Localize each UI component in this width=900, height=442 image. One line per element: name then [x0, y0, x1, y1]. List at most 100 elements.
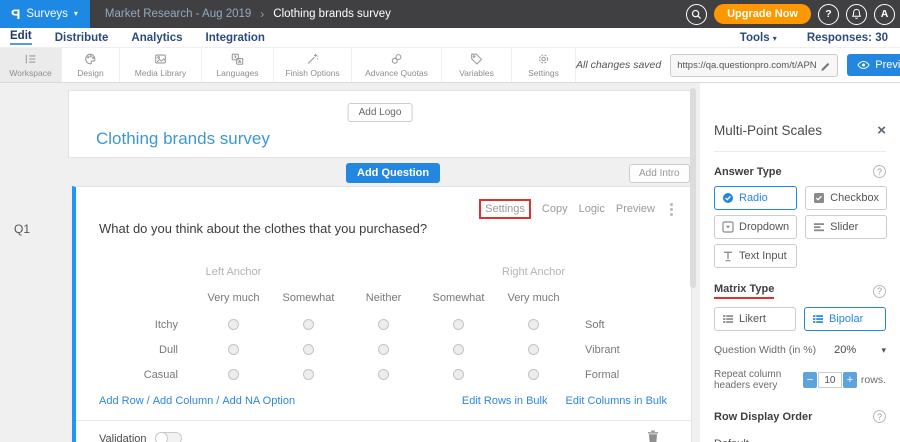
- question-preview-link[interactable]: Preview: [616, 203, 655, 215]
- question-copy-link[interactable]: Copy: [542, 203, 568, 215]
- radio-button[interactable]: [528, 319, 539, 330]
- repeat-headers-input[interactable]: [818, 372, 842, 388]
- avatar[interactable]: A: [874, 4, 895, 25]
- add-logo-button[interactable]: Add Logo: [348, 103, 413, 122]
- add-na-option-link[interactable]: Add NA Option: [222, 395, 295, 407]
- responses-count[interactable]: Responses: 30: [807, 32, 888, 44]
- languages-icon: [230, 52, 245, 66]
- tool-finish-options[interactable]: Finish Options: [274, 48, 352, 82]
- menubar-right: Tools ▾ Responses: 30: [740, 32, 890, 44]
- question-card: Settings Copy Logic Preview What do you …: [72, 186, 692, 442]
- survey-url-field[interactable]: [670, 54, 838, 77]
- tool-settings[interactable]: Settings: [512, 48, 576, 82]
- menu-edit[interactable]: Edit: [10, 30, 32, 45]
- matrix-row: Dull Vibrant: [99, 337, 691, 362]
- question-number: Q1: [14, 222, 30, 236]
- answer-type-label: Answer Type: [714, 166, 782, 178]
- radio-button[interactable]: [228, 344, 239, 355]
- tool-media-library[interactable]: Media Library: [120, 48, 202, 82]
- column-header: Somewhat: [271, 292, 346, 304]
- more-options-icon[interactable]: [666, 203, 677, 216]
- column-header: Very much: [196, 292, 271, 304]
- answer-type-radio[interactable]: Radio: [714, 186, 797, 210]
- validation-toggle[interactable]: [155, 432, 182, 442]
- question-text[interactable]: What do you think about the clothes that…: [99, 221, 691, 236]
- row-display-order-select[interactable]: Default ▾: [714, 438, 854, 442]
- tool-advance-quotas[interactable]: Advance Quotas: [352, 48, 442, 82]
- topbar: P Surveys ▾ Market Research - Aug 2019 ›…: [0, 0, 900, 28]
- notifications-button[interactable]: [846, 4, 867, 25]
- radio-button[interactable]: [528, 369, 539, 380]
- tool-languages[interactable]: Languages: [202, 48, 274, 82]
- row-left-label: Casual: [99, 369, 196, 381]
- search-icon: [691, 9, 702, 20]
- delete-question-button[interactable]: [647, 430, 659, 442]
- add-column-link[interactable]: Add Column: [153, 395, 214, 407]
- help-circle-icon[interactable]: ?: [873, 410, 886, 423]
- text-input-icon: [722, 250, 734, 262]
- column-header: Neither: [346, 292, 421, 304]
- surveys-menu-label: Surveys: [26, 8, 68, 20]
- radio-button[interactable]: [303, 369, 314, 380]
- help-button[interactable]: ?: [818, 4, 839, 25]
- question-logic-link[interactable]: Logic: [579, 203, 605, 215]
- radio-button[interactable]: [453, 319, 464, 330]
- workspace-icon: [23, 52, 38, 66]
- answer-type-text-input[interactable]: Text Input: [714, 244, 797, 268]
- radio-button[interactable]: [378, 369, 389, 380]
- add-question-button[interactable]: Add Question: [346, 163, 440, 183]
- canvas-scrollbar[interactable]: [690, 88, 696, 288]
- radio-button[interactable]: [228, 369, 239, 380]
- help-circle-icon[interactable]: ?: [873, 285, 886, 298]
- radio-button[interactable]: [453, 344, 464, 355]
- survey-title[interactable]: Clothing brands survey: [96, 129, 270, 149]
- validation-row: Validation: [99, 430, 667, 442]
- preview-button[interactable]: Preview: [847, 54, 900, 76]
- radio-button[interactable]: [228, 319, 239, 330]
- question-actions: Settings Copy Logic Preview: [479, 199, 677, 219]
- chevron-down-icon[interactable]: ▾: [881, 345, 886, 356]
- answer-type-dropdown[interactable]: Dropdown: [714, 215, 797, 239]
- radio-button[interactable]: [378, 344, 389, 355]
- decrement-button[interactable]: −: [803, 372, 817, 388]
- tools-menu[interactable]: Tools ▾: [740, 32, 777, 44]
- tool-variables[interactable]: Variables: [442, 48, 512, 82]
- row-right-label: Vibrant: [571, 344, 681, 356]
- upgrade-now-button[interactable]: Upgrade Now: [714, 4, 811, 24]
- tool-workspace[interactable]: Workspace: [0, 48, 62, 82]
- radio-button[interactable]: [378, 319, 389, 330]
- tool-design[interactable]: Design: [62, 48, 120, 82]
- edit-rows-bulk-link[interactable]: Edit Rows in Bulk: [462, 395, 548, 407]
- help-circle-icon[interactable]: ?: [873, 165, 886, 178]
- rows-suffix: rows.: [861, 374, 886, 386]
- add-row-link[interactable]: Add Row: [99, 395, 144, 407]
- menu-analytics[interactable]: Analytics: [131, 32, 182, 44]
- surveys-menu[interactable]: P Surveys ▾: [0, 0, 90, 28]
- edit-columns-bulk-link[interactable]: Edit Columns in Bulk: [566, 395, 668, 407]
- radio-button[interactable]: [453, 369, 464, 380]
- survey-url-input[interactable]: [677, 60, 816, 71]
- menu-integration[interactable]: Integration: [206, 32, 265, 44]
- add-intro-button[interactable]: Add Intro: [629, 164, 690, 183]
- divider: [76, 420, 691, 421]
- radio-button[interactable]: [303, 319, 314, 330]
- pencil-icon[interactable]: [820, 60, 831, 71]
- answer-type-checkbox[interactable]: Checkbox: [805, 186, 887, 210]
- menu-distribute[interactable]: Distribute: [55, 32, 109, 44]
- radio-button[interactable]: [303, 344, 314, 355]
- answer-type-slider[interactable]: Slider: [805, 215, 887, 239]
- settings-sidebar: Multi-Point Scales × Answer Type ? Radio…: [700, 83, 900, 442]
- question-settings-link[interactable]: Settings: [485, 203, 525, 215]
- increment-button[interactable]: +: [843, 372, 857, 388]
- matrix-type-bipolar[interactable]: Bipolar: [804, 307, 886, 331]
- column-header-row: Very much Somewhat Neither Somewhat Very…: [99, 284, 691, 312]
- breadcrumb-parent[interactable]: Market Research - Aug 2019: [105, 8, 251, 20]
- question-width-value[interactable]: 20%: [834, 344, 856, 356]
- matrix-type-likert[interactable]: Likert: [714, 307, 796, 331]
- matrix-type-options: Likert Bipolar: [714, 307, 886, 331]
- row-right-label: Soft: [571, 319, 681, 331]
- row-right-label: Formal: [571, 369, 681, 381]
- close-icon[interactable]: ×: [877, 123, 886, 138]
- radio-button[interactable]: [528, 344, 539, 355]
- search-button[interactable]: [686, 4, 707, 25]
